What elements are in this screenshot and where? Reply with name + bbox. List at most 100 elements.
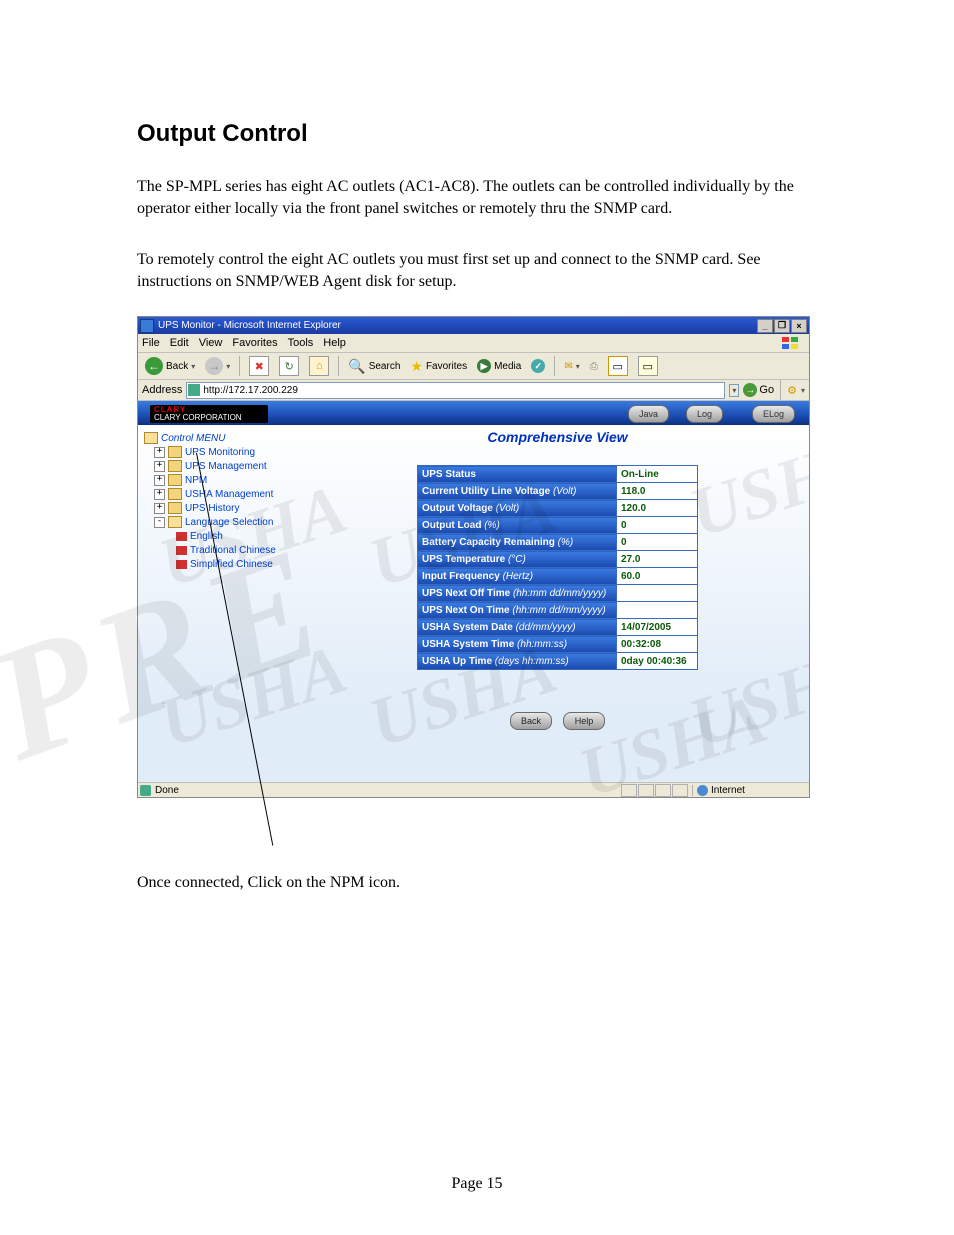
print-button[interactable]: ⎙ xyxy=(587,356,601,376)
menu-file[interactable]: File xyxy=(142,337,160,349)
edit-button[interactable]: ▭ xyxy=(605,356,631,376)
folder-icon xyxy=(168,516,182,528)
nav-tree: Control MENU +UPS Monitoring+UPS Managem… xyxy=(138,425,306,783)
address-label: Address xyxy=(142,384,182,396)
tree-item-1[interactable]: +UPS Management xyxy=(144,459,302,473)
tree-lang-label: Simplified Chinese xyxy=(190,559,273,570)
expand-icon[interactable]: + xyxy=(154,475,165,486)
back-button[interactable]: ←Back▾ xyxy=(142,356,198,376)
table-row: Input Frequency (Hertz)60.0 xyxy=(418,568,698,585)
expand-icon[interactable]: - xyxy=(154,517,165,528)
favorites-button[interactable]: ★Favorites xyxy=(407,356,470,376)
tree-root[interactable]: Control MENU xyxy=(144,431,302,445)
expand-icon[interactable]: + xyxy=(154,503,165,514)
close-button[interactable]: × xyxy=(791,319,807,333)
table-row: Current Utility Line Voltage (Volt)118.0 xyxy=(418,483,698,500)
table-row: USHA Up Time (days hh:mm:ss)0day 00:40:3… xyxy=(418,653,698,670)
tree-item-2[interactable]: + NPM xyxy=(144,473,302,487)
view-title: Comprehensive View xyxy=(306,429,809,445)
tree-item-label: UPS History xyxy=(185,503,239,514)
minimize-button[interactable]: _ xyxy=(757,319,773,333)
intro-paragraph-2: To remotely control the eight AC outlets… xyxy=(137,249,820,292)
elog-button[interactable]: ELog xyxy=(752,405,795,423)
table-value: 27.0 xyxy=(617,551,698,568)
back-pill-button[interactable]: Back xyxy=(510,712,552,730)
discuss-button[interactable]: ▭ xyxy=(635,356,661,376)
table-value: On-Line xyxy=(617,466,698,483)
status-table: UPS StatusOn-LineCurrent Utility Line Vo… xyxy=(417,465,698,670)
windows-logo-icon xyxy=(781,336,799,350)
table-row: USHA System Date (dd/mm/yyyy)14/07/2005 xyxy=(418,619,698,636)
menu-favorites[interactable]: Favorites xyxy=(232,337,277,349)
tree-lang-1[interactable]: Traditional Chinese xyxy=(144,543,302,557)
brand-banner: CLARY CLARY CORPORATION Java Log ELog xyxy=(138,401,809,427)
globe-icon xyxy=(697,785,708,796)
table-row: Output Load (%)0 xyxy=(418,517,698,534)
folder-icon xyxy=(168,460,182,472)
table-row: Output Voltage (Volt)120.0 xyxy=(418,500,698,517)
table-value: 00:32:08 xyxy=(617,636,698,653)
expand-icon[interactable]: + xyxy=(154,447,165,458)
table-key: UPS Status xyxy=(418,466,617,483)
table-key: Output Voltage (Volt) xyxy=(418,500,617,517)
table-key: Input Frequency (Hertz) xyxy=(418,568,617,585)
expand-icon[interactable]: + xyxy=(154,489,165,500)
table-row: UPS Temperature (°C)27.0 xyxy=(418,551,698,568)
table-key: Current Utility Line Voltage (Volt) xyxy=(418,483,617,500)
java-button[interactable]: Java xyxy=(628,405,669,423)
page-heading: Output Control xyxy=(137,120,820,148)
tree-lang-0[interactable]: English xyxy=(144,529,302,543)
refresh-button[interactable]: ↻ xyxy=(276,356,302,376)
status-text: Done xyxy=(155,785,179,796)
tree-lang-2[interactable]: Simplified Chinese xyxy=(144,557,302,571)
table-key: UPS Next On Time (hh:mm dd/mm/yyyy) xyxy=(418,602,617,619)
table-row: UPS Next On Time (hh:mm dd/mm/yyyy) xyxy=(418,602,698,619)
window-titlebar: UPS Monitor - Microsoft Internet Explore… xyxy=(138,317,809,334)
address-dropdown[interactable]: ▾ xyxy=(729,384,739,397)
tree-item-label: NPM xyxy=(185,475,207,486)
menu-help[interactable]: Help xyxy=(323,337,346,349)
links-button[interactable]: ⚙ xyxy=(787,384,797,397)
menu-edit[interactable]: Edit xyxy=(170,337,189,349)
tree-item-3[interactable]: +USHA Management xyxy=(144,487,302,501)
table-value xyxy=(617,585,698,602)
table-row: UPS StatusOn-Line xyxy=(418,466,698,483)
go-button[interactable]: →Go xyxy=(743,383,774,397)
brand-logo: CLARY CLARY CORPORATION xyxy=(150,405,268,423)
tree-lang-label: Traditional Chinese xyxy=(190,545,276,556)
table-value: 0 xyxy=(617,517,698,534)
forward-button[interactable]: →▾ xyxy=(202,356,233,376)
home-button[interactable]: ⌂ xyxy=(306,356,332,376)
search-button[interactable]: 🔍Search xyxy=(345,356,403,376)
media-button[interactable]: ▶Media xyxy=(474,356,524,376)
browser-screenshot: UPS Monitor - Microsoft Internet Explore… xyxy=(137,316,810,798)
tree-lang-label: English xyxy=(190,531,223,542)
table-value: 14/07/2005 xyxy=(617,619,698,636)
flag-icon xyxy=(176,560,187,569)
address-bar: Address ▾ →Go ⚙▾ xyxy=(138,380,809,401)
tree-item-5[interactable]: -Language Selection xyxy=(144,515,302,529)
menu-tools[interactable]: Tools xyxy=(288,337,314,349)
table-value: 0 xyxy=(617,534,698,551)
folder-open-icon xyxy=(144,432,158,444)
expand-icon[interactable]: + xyxy=(154,461,165,472)
page-number: Page 15 xyxy=(0,1175,954,1193)
mail-button[interactable]: ✉▾ xyxy=(561,356,582,376)
intro-paragraph-1: The SP-MPL series has eight AC outlets (… xyxy=(137,176,820,219)
table-row: UPS Next Off Time (hh:mm dd/mm/yyyy) xyxy=(418,585,698,602)
status-zone: Internet xyxy=(711,785,745,796)
window-title: UPS Monitor - Microsoft Internet Explore… xyxy=(158,320,341,331)
help-pill-button[interactable]: Help xyxy=(563,712,605,730)
table-value xyxy=(617,602,698,619)
table-key: USHA System Time (hh:mm:ss) xyxy=(418,636,617,653)
log-button[interactable]: Log xyxy=(686,405,723,423)
stop-button[interactable]: ✖ xyxy=(246,356,272,376)
history-button[interactable]: ✓ xyxy=(528,356,548,376)
maximize-button[interactable]: ❐ xyxy=(774,319,790,333)
toolbar: ←Back▾ →▾ ✖ ↻ ⌂ 🔍Search ★Favorites ▶Medi… xyxy=(138,353,809,380)
address-input[interactable] xyxy=(186,382,725,399)
tree-item-0[interactable]: +UPS Monitoring xyxy=(144,445,302,459)
menu-view[interactable]: View xyxy=(199,337,223,349)
tree-item-4[interactable]: + UPS History xyxy=(144,501,302,515)
table-key: Battery Capacity Remaining (%) xyxy=(418,534,617,551)
